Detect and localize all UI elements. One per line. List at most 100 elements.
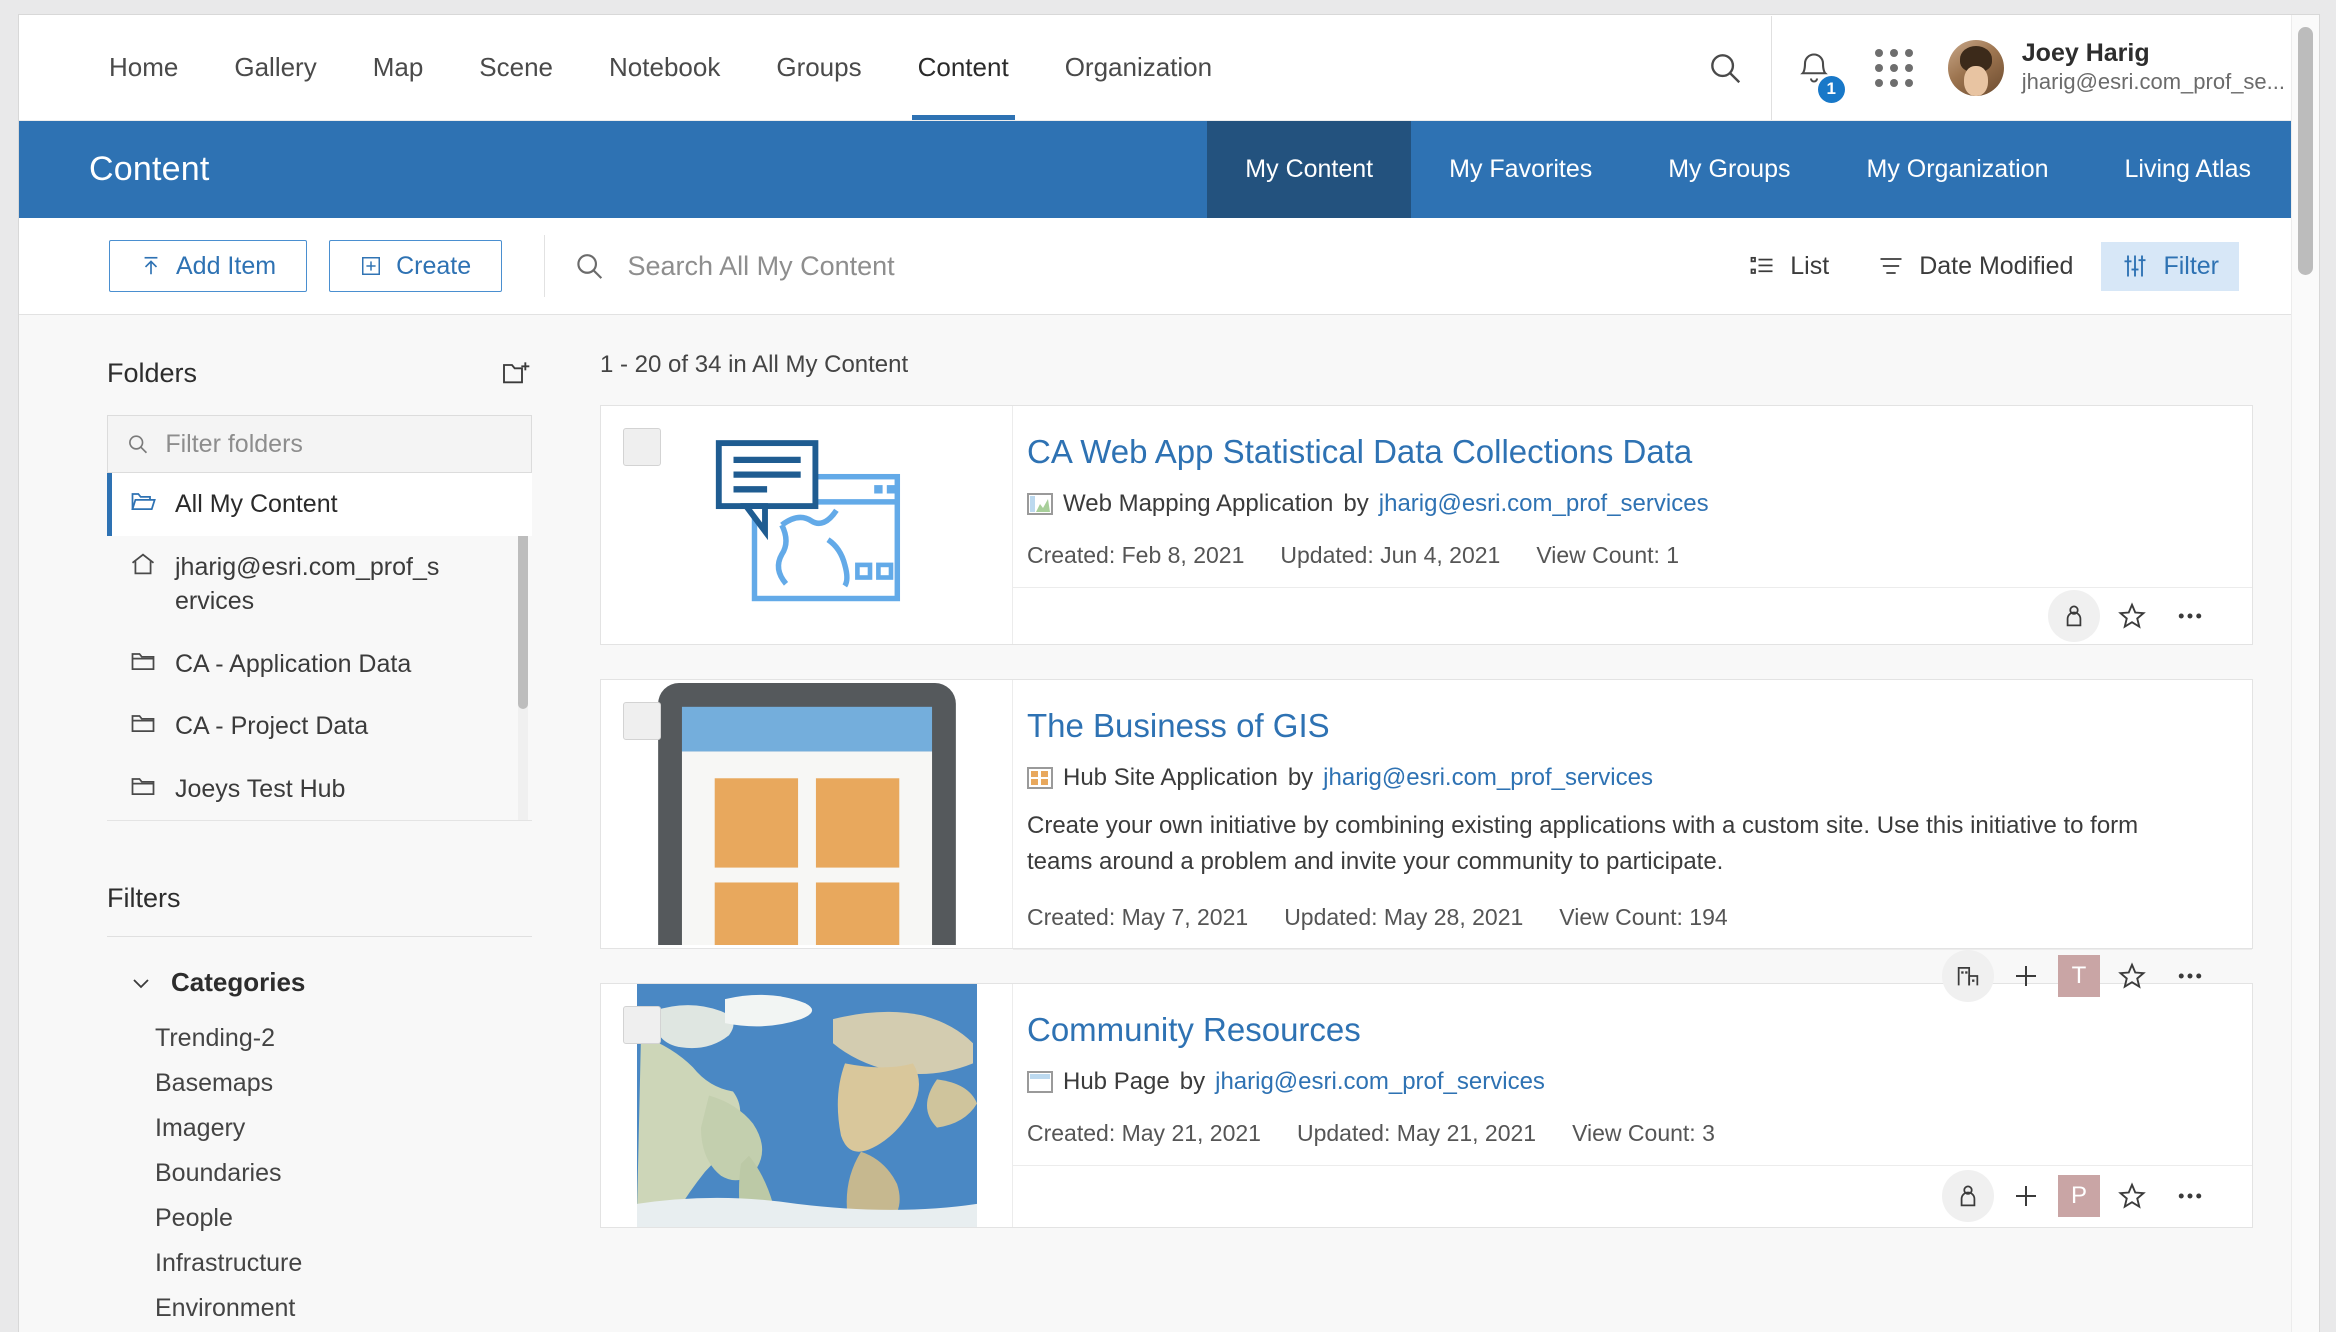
nav-item-organization[interactable]: Organization xyxy=(1037,15,1240,120)
item-type: Web Mapping Application xyxy=(1063,489,1334,517)
tab-my-favorites[interactable]: My Favorites xyxy=(1411,121,1630,218)
nav-item-groups[interactable]: Groups xyxy=(748,15,889,120)
top-nav-links: Home Gallery Map Scene Notebook Groups C… xyxy=(19,15,1679,120)
create-button[interactable]: Create xyxy=(329,240,503,292)
folder-filter-box xyxy=(107,415,532,473)
tab-my-content[interactable]: My Content xyxy=(1207,121,1412,218)
sort-descending-icon xyxy=(1880,258,1902,274)
item-thumbnail[interactable] xyxy=(601,406,1013,644)
grid-dots-icon xyxy=(1874,48,1913,87)
categories-toggle[interactable]: Categories xyxy=(107,937,532,1016)
search-icon xyxy=(1710,53,1740,83)
status-badge[interactable]: P xyxy=(2058,1175,2100,1218)
item-actions xyxy=(1013,586,2252,644)
item-actions: P xyxy=(1013,1164,2252,1227)
category-item-imagery[interactable]: Imagery xyxy=(107,1106,532,1151)
more-options-icon[interactable] xyxy=(2164,1170,2216,1222)
page-scrollbar[interactable] xyxy=(2291,15,2319,1332)
content-header-bar: Content My Content My Favorites My Group… xyxy=(19,121,2319,218)
item-body: CA Web App Statistical Data Collections … xyxy=(1013,406,2252,644)
item-thumbnail[interactable] xyxy=(601,984,1013,1227)
list-view-icon xyxy=(1750,256,1773,274)
app-launcher-button[interactable] xyxy=(1856,48,1932,87)
folder-item-home[interactable]: jharig@esri.com_prof_services xyxy=(107,536,532,633)
tab-living-atlas[interactable]: Living Atlas xyxy=(2087,121,2319,218)
new-folder-icon[interactable] xyxy=(500,357,532,389)
top-navigation-bar: Home Gallery Map Scene Notebook Groups C… xyxy=(19,15,2319,121)
item-meta: Web Mapping Application by jharig@esri.c… xyxy=(1027,490,2216,518)
folder-item-report-templates[interactable]: Report Templates xyxy=(107,820,532,821)
item-updated: Updated: May 28, 2021 xyxy=(1284,903,1524,930)
item-checkbox[interactable] xyxy=(623,702,661,740)
item-dates: Created: May 7, 2021 Updated: May 28, 20… xyxy=(1027,896,2216,931)
toolbar-divider xyxy=(544,235,546,297)
item-title-link[interactable]: The Business of GIS xyxy=(1027,706,2216,746)
category-item-people[interactable]: People xyxy=(107,1196,532,1241)
item-checkbox[interactable] xyxy=(623,1006,661,1044)
add-icon[interactable] xyxy=(2000,1170,2052,1222)
sidebar: Folders All My Content xyxy=(19,315,564,1332)
item-by-label: by xyxy=(1179,1067,1206,1095)
top-nav-right: 1 Joey Harig jharig@esri.com_prof_se... xyxy=(1679,15,2319,120)
tab-my-organization[interactable]: My Organization xyxy=(1829,121,2087,218)
folder-item-all-my-content[interactable]: All My Content xyxy=(107,473,532,536)
content-toolbar: Add Item Create List xyxy=(19,218,2319,315)
global-search-button[interactable] xyxy=(1679,49,1771,87)
item-main: Community Resources Hub Page by jharig@e… xyxy=(1013,984,2252,1165)
search-icon xyxy=(129,435,148,454)
notifications-button[interactable]: 1 xyxy=(1772,50,1856,103)
item-owner-link[interactable]: jharig@esri.com_prof_services xyxy=(1215,1068,1545,1096)
view-mode-button[interactable]: List xyxy=(1728,242,1849,291)
item-updated: Updated: Jun 4, 2021 xyxy=(1280,541,1501,568)
item-created: Created: Feb 8, 2021 xyxy=(1027,541,1245,568)
folder-item-joeys-test-hub[interactable]: Joeys Test Hub xyxy=(107,758,532,821)
filter-sliders-icon xyxy=(2124,255,2146,277)
favorite-star-icon[interactable] xyxy=(2106,1170,2158,1222)
home-icon xyxy=(131,553,155,574)
nav-item-home[interactable]: Home xyxy=(81,15,206,120)
category-item-basemaps[interactable]: Basemaps xyxy=(107,1061,532,1106)
item-checkbox[interactable] xyxy=(623,428,661,466)
nav-item-scene[interactable]: Scene xyxy=(451,15,581,120)
web-mapping-application-icon xyxy=(1027,492,1053,516)
page-scrollbar-thumb[interactable] xyxy=(2298,27,2313,275)
folder-item-ca-project-data[interactable]: CA - Project Data xyxy=(107,695,532,758)
filter-button[interactable]: Filter xyxy=(2101,241,2239,291)
favorite-star-icon[interactable] xyxy=(2106,590,2158,642)
item-owner-link[interactable]: jharig@esri.com_prof_services xyxy=(1379,490,1709,518)
user-menu[interactable]: Joey Harig jharig@esri.com_prof_se... xyxy=(1932,39,2319,96)
nav-item-content[interactable]: Content xyxy=(890,15,1037,120)
folder-label: All My Content xyxy=(175,490,338,518)
plus-square-icon xyxy=(362,257,381,275)
item-main: CA Web App Statistical Data Collections … xyxy=(1013,406,2252,587)
item-title-link[interactable]: CA Web App Statistical Data Collections … xyxy=(1027,432,2216,472)
category-item-trending-2[interactable]: Trending-2 xyxy=(107,1016,532,1061)
nav-item-notebook[interactable]: Notebook xyxy=(581,15,748,120)
item-type: Hub Page xyxy=(1063,1067,1170,1095)
categories-label: Categories xyxy=(171,967,306,997)
nav-item-gallery[interactable]: Gallery xyxy=(206,15,344,120)
folder-filter-input[interactable] xyxy=(165,429,513,459)
search-input[interactable] xyxy=(627,250,1729,282)
folder-item-ca-application-data[interactable]: CA - Application Data xyxy=(107,633,532,696)
sort-button[interactable]: Date Modified xyxy=(1857,242,2093,291)
item-meta: Hub Site Application by jharig@esri.com_… xyxy=(1027,764,2216,792)
item-thumbnail[interactable] xyxy=(601,680,1013,948)
more-options-icon[interactable] xyxy=(2164,590,2216,642)
category-item-infrastructure[interactable]: Infrastructure xyxy=(107,1241,532,1286)
nav-item-map[interactable]: Map xyxy=(345,15,452,120)
item-title-link[interactable]: Community Resources xyxy=(1027,1010,2216,1050)
tab-my-groups[interactable]: My Groups xyxy=(1630,121,1828,218)
item-owner-link[interactable]: jharig@esri.com_prof_services xyxy=(1323,764,1653,792)
add-item-button[interactable]: Add Item xyxy=(109,240,308,292)
folder-icon xyxy=(131,715,155,733)
filter-label: Filter xyxy=(2163,251,2219,280)
category-item-environment[interactable]: Environment xyxy=(107,1286,532,1331)
folder-label: jharig@esri.com_prof_services xyxy=(175,552,440,616)
hub-page-icon xyxy=(1027,1070,1053,1094)
category-item-boundaries[interactable]: Boundaries xyxy=(107,1151,532,1196)
folder-icon xyxy=(131,777,155,795)
filters-title: Filters xyxy=(107,883,181,913)
share-person-icon[interactable] xyxy=(2048,589,2100,642)
share-person-icon[interactable] xyxy=(1942,1170,1994,1223)
